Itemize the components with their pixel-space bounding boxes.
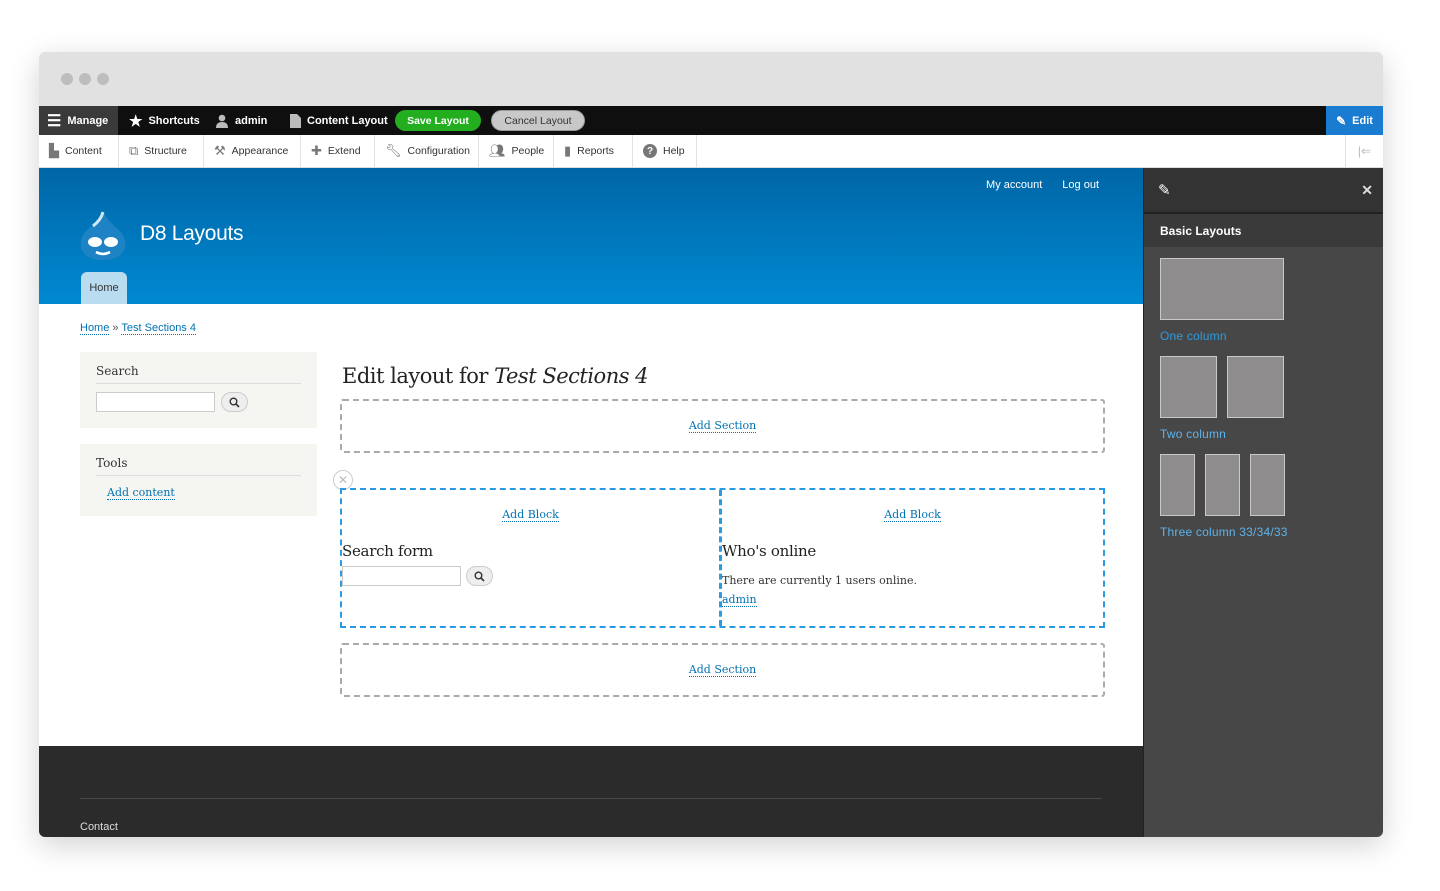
site-name[interactable]: D8 Layouts <box>140 222 244 246</box>
wrench-icon: 🔧︎ <box>385 143 402 158</box>
sitemap-icon: ⧉ <box>129 143 139 158</box>
collapse-arrow-icon: |⇐ <box>1357 144 1372 158</box>
add-section-link-top[interactable]: Add Section <box>688 419 757 433</box>
toolbar-shortcuts[interactable]: ★ Shortcuts <box>121 106 208 135</box>
breadcrumb-current[interactable]: Test Sections 4 <box>121 322 196 335</box>
page-title: Edit layout for Test Sections 4 <box>342 364 649 388</box>
window-titlebar <box>39 52 1383 106</box>
breadcrumb-home[interactable]: Home <box>80 322 110 335</box>
search-form-input[interactable] <box>342 566 461 586</box>
layout-region-first: Add Block Search form <box>342 490 722 626</box>
menu-item-content[interactable]: ▙ Content <box>39 135 119 167</box>
window-minimize-dot[interactable] <box>79 73 91 85</box>
add-section-box-top: Add Section <box>340 399 1105 453</box>
layout-chooser-dialog: ✎ ✕ Basic Layouts One column Two column … <box>1143 168 1383 837</box>
browser-window: ☰ Manage ★ Shortcuts admin Content Layou… <box>39 52 1383 837</box>
puzzle-icon: ✚ <box>311 143 322 158</box>
main-content: Home » Test Sections 4 Search Tools Add … <box>39 304 1143 746</box>
site-header: My account Log out D8 Layouts Home <box>39 168 1143 304</box>
menu-item-people[interactable]: 👥︎ People <box>479 135 554 167</box>
bar-chart-icon: ▮ <box>564 143 572 158</box>
whos-online-text: There are currently 1 users online. <box>722 574 917 587</box>
two-column-thumbnail-icon <box>1160 356 1284 418</box>
search-block: Search <box>80 352 317 428</box>
user-icon <box>216 114 228 128</box>
my-account-link[interactable]: My account <box>986 179 1042 191</box>
sidebar-search-button[interactable] <box>221 392 248 412</box>
layout-option-three-column[interactable]: Three column 33/34/33 <box>1160 454 1288 539</box>
star-icon: ★ <box>129 112 143 130</box>
log-out-link[interactable]: Log out <box>1062 179 1099 191</box>
close-dialog-button[interactable]: ✕ <box>1361 182 1373 199</box>
paintbrush-icon: ⚒ <box>214 143 226 158</box>
admin-menu-tray: ▙ Content ⧉ Structure ⚒ Appearance ✚ Extend … <box>39 135 1383 168</box>
file-icon <box>290 113 301 128</box>
add-block-link-first[interactable]: Add Block <box>502 508 559 522</box>
pencil-icon: ✎ <box>1336 113 1347 128</box>
add-section-box-bottom: Add Section <box>340 643 1105 697</box>
basic-layouts-heading: Basic Layouts <box>1144 214 1383 247</box>
add-content-link[interactable]: Add content <box>107 486 175 500</box>
toolbar-manage[interactable]: ☰ Manage <box>39 106 118 135</box>
window-close-dot[interactable] <box>61 73 73 85</box>
menu-item-appearance[interactable]: ⚒ Appearance <box>204 135 301 167</box>
tools-block-title: Tools <box>96 456 301 476</box>
search-icon <box>474 571 485 582</box>
menu-item-structure[interactable]: ⧉ Structure <box>119 135 204 167</box>
window-zoom-dot[interactable] <box>97 73 109 85</box>
help-icon: ? <box>643 144 657 158</box>
layout-option-one-column[interactable]: One column <box>1160 258 1284 343</box>
hamburger-icon: ☰ <box>47 112 62 130</box>
tools-block: Tools Add content <box>80 444 317 516</box>
search-block-title: Search <box>96 364 301 384</box>
add-block-link-second[interactable]: Add Block <box>884 508 941 522</box>
save-layout-button[interactable]: Save Layout <box>395 110 481 131</box>
file-icon: ▙ <box>49 143 59 158</box>
toolbar-user[interactable]: admin <box>207 106 275 135</box>
remove-section-button[interactable]: ✕ <box>333 470 353 490</box>
menu-item-extend[interactable]: ✚ Extend <box>301 135 375 167</box>
close-icon: ✕ <box>337 473 349 487</box>
people-icon: 👥︎ <box>489 143 506 158</box>
edit-button[interactable]: ✎ Edit <box>1326 106 1383 135</box>
menu-item-reports[interactable]: ▮ Reports <box>554 135 633 167</box>
layout-section-two-column: Add Block Search form Add Block Who's on… <box>340 488 1105 628</box>
sidebar-search-input[interactable] <box>96 392 215 412</box>
toolbar-content-layout[interactable]: Content Layout <box>282 106 396 135</box>
one-column-thumbnail-icon <box>1160 258 1284 320</box>
secondary-menu: My account Log out <box>986 179 1099 191</box>
dialog-header: ✎ ✕ <box>1144 168 1383 214</box>
online-user-link[interactable]: admin <box>722 593 757 607</box>
admin-toolbar: ☰ Manage ★ Shortcuts admin Content Layou… <box>39 106 1383 135</box>
toolbar-orientation-toggle[interactable]: |⇐ <box>1345 135 1383 167</box>
search-icon <box>229 397 240 408</box>
site-footer: Contact <box>39 746 1143 837</box>
contact-link[interactable]: Contact <box>80 821 118 833</box>
breadcrumb: Home » Test Sections 4 <box>80 322 196 335</box>
layout-region-second: Add Block Who's online There are current… <box>722 490 1103 626</box>
menu-item-configuration[interactable]: 🔧︎ Configuration <box>375 135 479 167</box>
layout-option-two-column[interactable]: Two column <box>1160 356 1284 441</box>
primary-menu-home[interactable]: Home <box>81 272 127 304</box>
search-form-block-title: Search form <box>342 542 433 560</box>
pencil-icon: ✎ <box>1158 182 1171 199</box>
search-form-button[interactable] <box>466 566 493 586</box>
cancel-layout-button[interactable]: Cancel Layout <box>491 110 585 131</box>
three-column-thumbnail-icon <box>1160 454 1288 516</box>
menu-item-help[interactable]: ? Help <box>633 135 697 167</box>
whos-online-block-title: Who's online <box>722 542 816 560</box>
add-section-link-bottom[interactable]: Add Section <box>688 663 757 677</box>
drupal-logo-icon[interactable] <box>79 210 127 262</box>
footer-divider <box>80 798 1102 799</box>
